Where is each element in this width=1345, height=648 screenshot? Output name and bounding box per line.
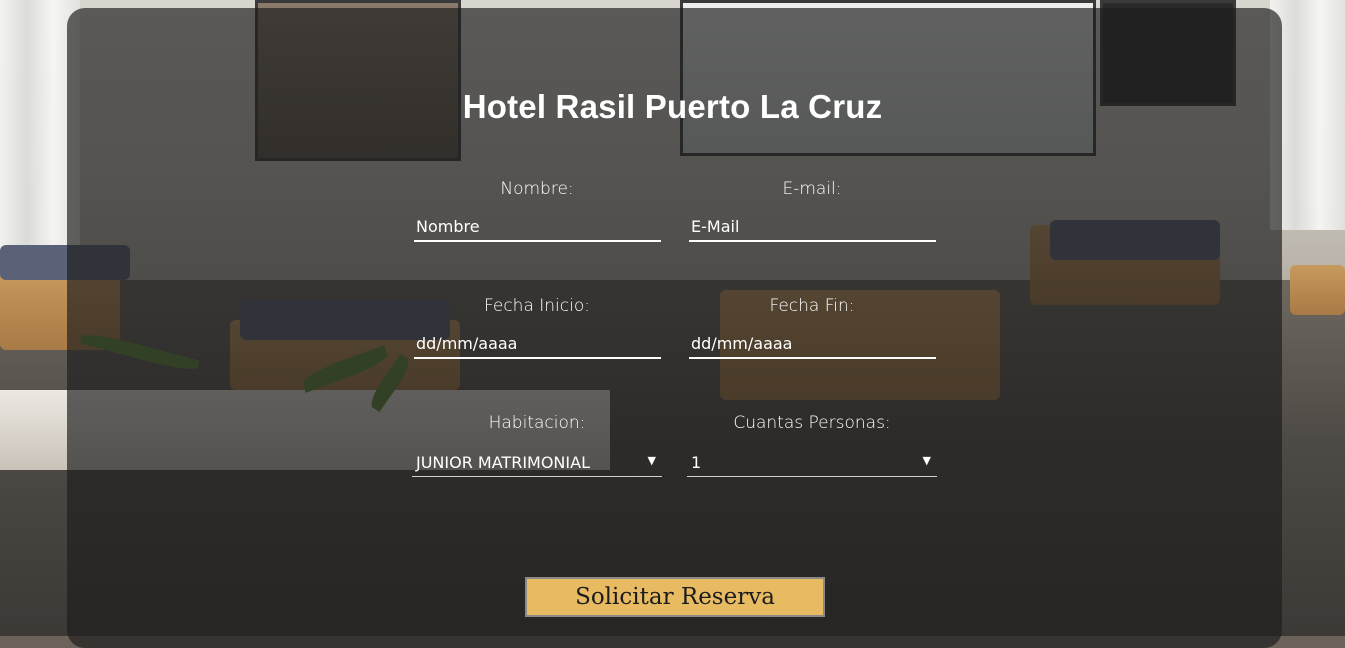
nombre-label: Nombre: <box>500 179 574 199</box>
personas-label: Cuantas Personas: <box>733 413 891 433</box>
fecha-inicio-input[interactable] <box>414 329 661 359</box>
chevron-down-icon: ▼ <box>647 454 656 467</box>
fecha-fin-input[interactable] <box>689 329 936 359</box>
fecha-fin-label: Fecha Fin: <box>769 296 855 316</box>
email-input[interactable] <box>689 212 936 242</box>
personas-select[interactable]: 1 ▼ <box>687 447 937 477</box>
personas-value: 1 <box>691 453 702 472</box>
fecha-inicio-label: Fecha Inicio: <box>484 296 590 316</box>
nombre-input[interactable] <box>414 212 661 242</box>
habitacion-label: Habitacion: <box>488 413 586 433</box>
solicitar-reserva-button[interactable]: Solicitar Reserva <box>525 577 825 617</box>
habitacion-value: JUNIOR MATRIMONIAL <box>416 453 590 472</box>
email-label: E-mail: <box>782 179 842 199</box>
chevron-down-icon: ▼ <box>922 454 931 467</box>
hotel-title: Hotel Rasil Puerto La Cruz <box>462 88 883 125</box>
habitacion-select[interactable]: JUNIOR MATRIMONIAL ▼ <box>412 447 662 477</box>
